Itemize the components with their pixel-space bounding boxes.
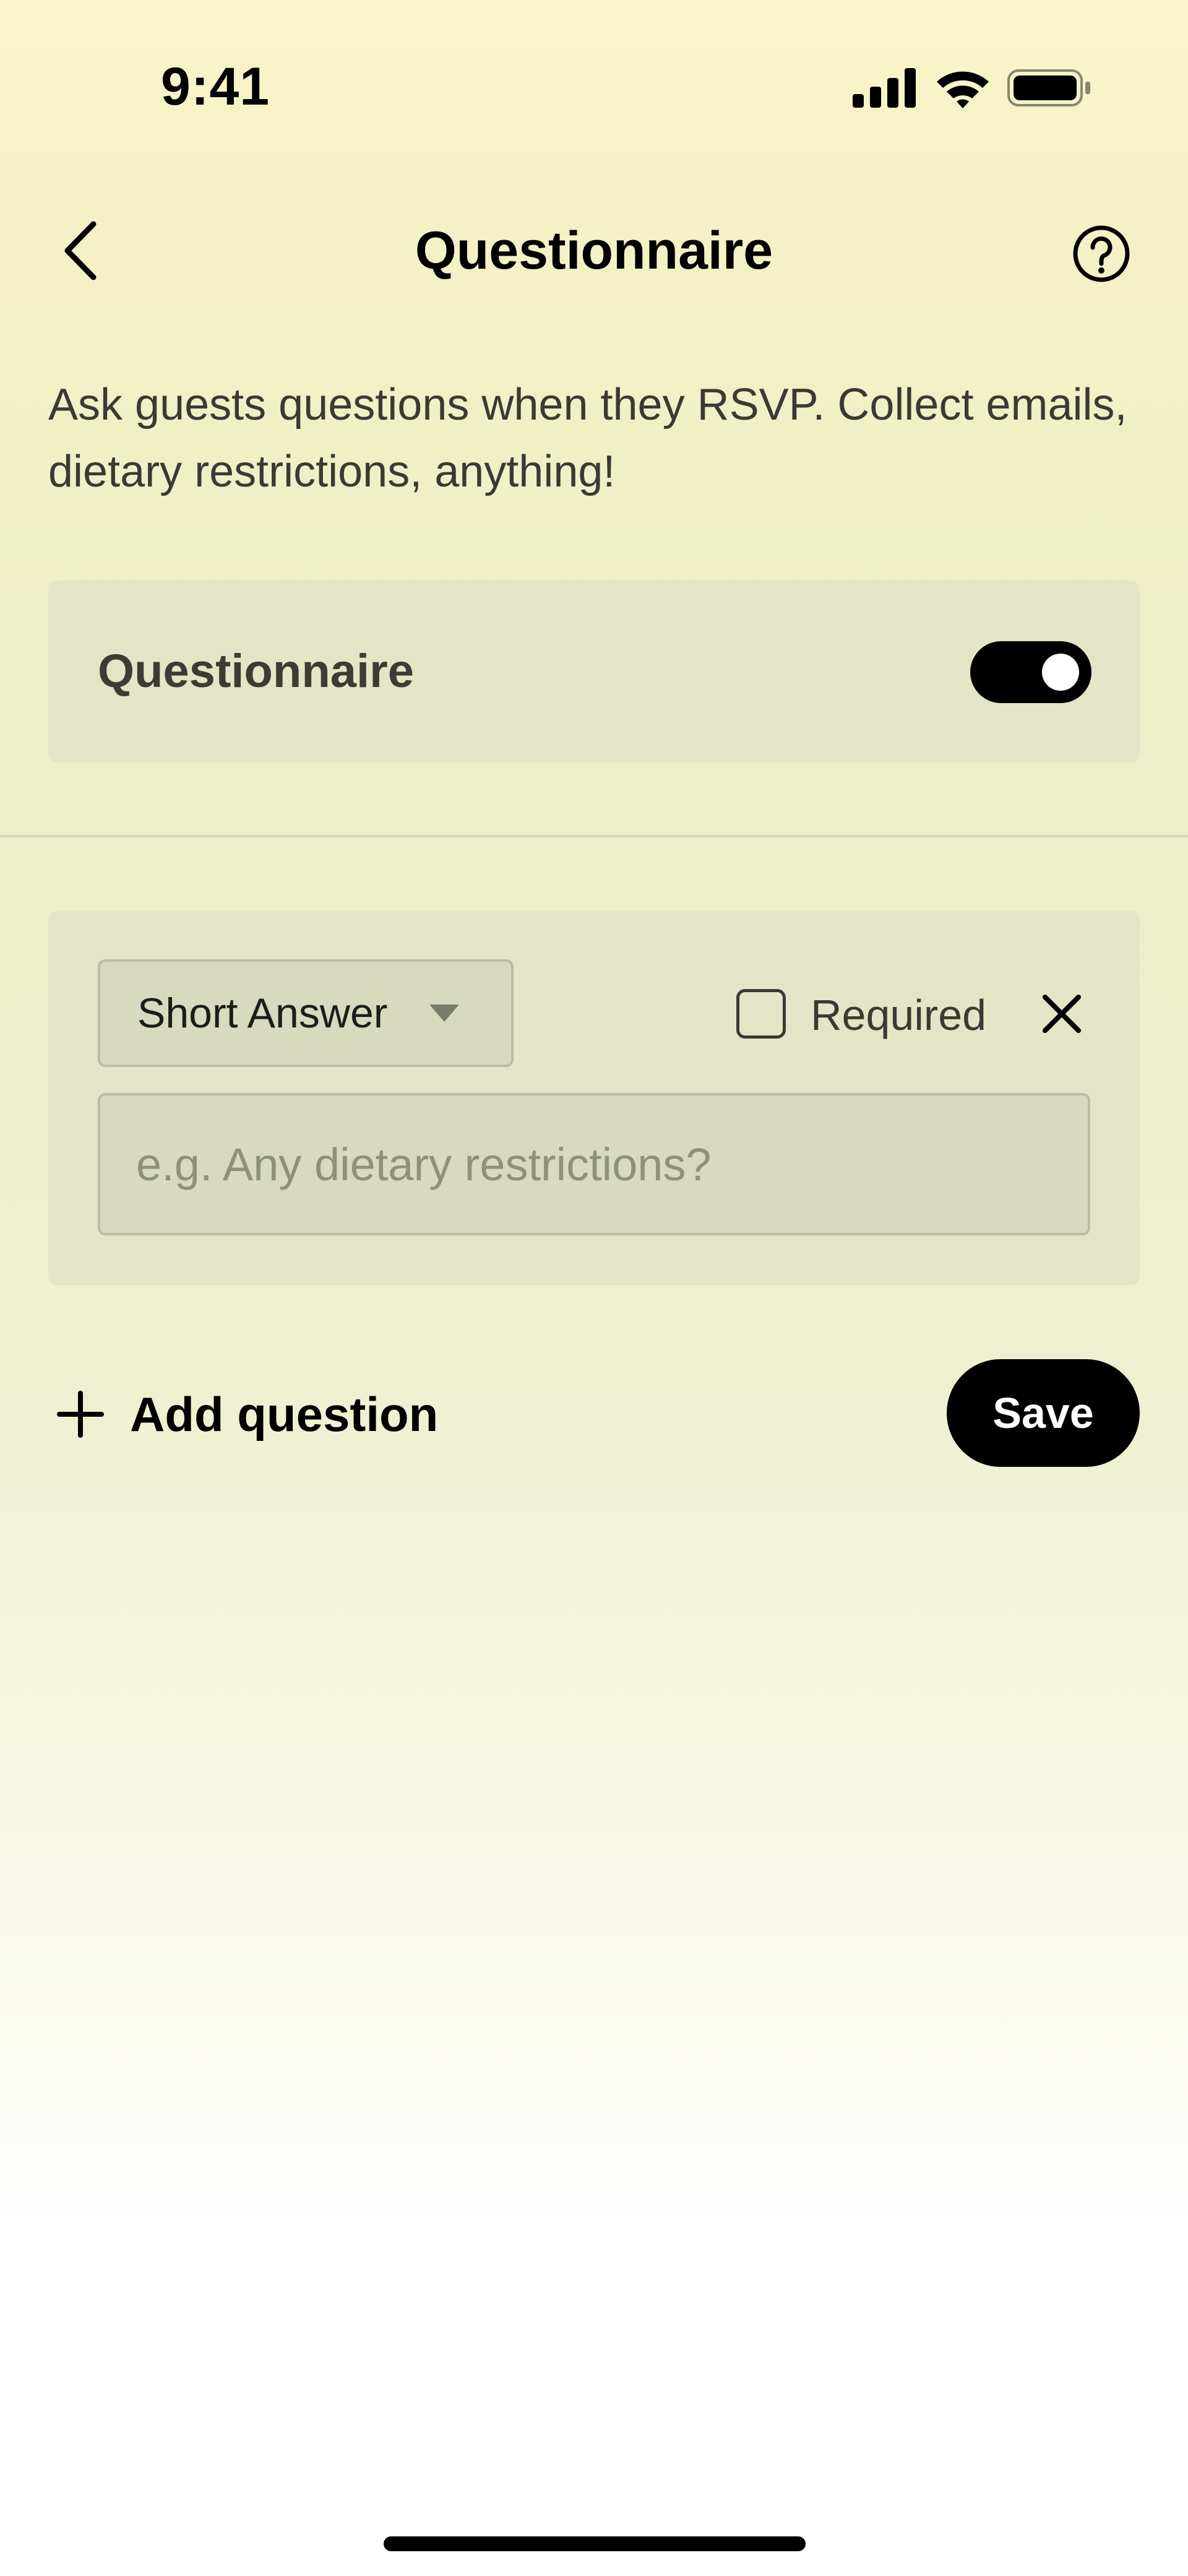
cellular-signal-icon <box>853 68 916 108</box>
back-button[interactable] <box>50 210 111 291</box>
toggle-knob <box>1042 654 1079 691</box>
questionnaire-toggle-switch[interactable] <box>970 641 1091 703</box>
plus-icon <box>57 1391 104 1438</box>
remove-question-button[interactable] <box>1031 983 1093 1045</box>
close-icon <box>1043 995 1081 1033</box>
question-type-label: Short Answer <box>137 990 388 1037</box>
home-indicator <box>384 2536 806 2551</box>
help-button[interactable] <box>1070 223 1132 285</box>
description-text: Ask guests questions when they RSVP. Col… <box>48 380 1127 496</box>
question-text-input[interactable] <box>98 1093 1090 1235</box>
page-title: Questionnaire <box>415 221 773 280</box>
section-divider <box>0 835 1188 837</box>
caret-down-icon <box>429 1005 459 1022</box>
add-question-label: Add question <box>130 1386 439 1441</box>
save-button[interactable]: Save <box>947 1359 1140 1467</box>
add-question-button[interactable]: Add question <box>56 1380 489 1448</box>
required-label: Required <box>811 991 987 1039</box>
question-circle-icon <box>1073 225 1130 282</box>
required-checkbox[interactable] <box>736 989 786 1039</box>
questionnaire-toggle-label: Questionnaire <box>98 645 414 698</box>
battery-icon <box>1007 69 1090 106</box>
chevron-left-icon <box>64 221 97 280</box>
wifi-icon <box>937 71 989 108</box>
status-time: 9:41 <box>161 57 270 116</box>
status-icons <box>848 62 1095 111</box>
question-type-dropdown[interactable]: Short Answer <box>98 959 514 1067</box>
